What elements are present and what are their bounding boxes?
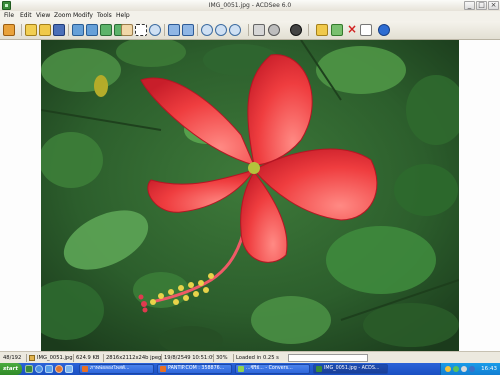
toolbar-separator (68, 24, 69, 36)
prev-page-icon[interactable] (100, 24, 112, 36)
copy-to-icon[interactable] (331, 24, 343, 36)
tray-volume-icon[interactable] (461, 366, 467, 372)
close-button[interactable]: × (488, 1, 499, 10)
status-filename: IMG_0051.jpg (28, 354, 74, 362)
slideshow-icon[interactable] (290, 24, 302, 36)
quicklaunch-desktop-icon[interactable] (45, 365, 53, 373)
task-label: ภาพพ่อลองโพสต์... (90, 366, 130, 371)
acdsee-icon (316, 366, 322, 372)
quicklaunch-acdsee-icon[interactable] (25, 365, 33, 373)
select-icon[interactable] (135, 24, 147, 36)
start-button[interactable]: start (0, 363, 22, 375)
task-acdsee[interactable]: IMG_0051.jpg - ACDS... (313, 364, 388, 374)
firefox-icon (82, 366, 88, 372)
jpeg-file-icon (29, 355, 35, 361)
toolbar-separator (164, 24, 165, 36)
browse-icon[interactable] (3, 24, 15, 36)
next-image-icon[interactable] (86, 24, 98, 36)
zoom-in-icon[interactable] (201, 24, 213, 36)
status-filesize: 624.9 KB (76, 354, 104, 362)
messenger-icon (238, 366, 244, 372)
status-index: 48/192 (3, 354, 27, 362)
hibiscus-photo (41, 40, 459, 351)
maximize-button[interactable]: □ (476, 1, 487, 10)
task-label: ...ซีรีย์... - Convers... (246, 366, 293, 371)
move-to-icon[interactable] (316, 24, 328, 36)
open-folder-icon[interactable] (25, 24, 37, 36)
clock: 16:43 (481, 366, 497, 372)
delete-icon[interactable]: × (346, 23, 358, 36)
print-icon[interactable] (253, 24, 265, 36)
prev-image-icon[interactable] (72, 24, 84, 36)
properties-icon[interactable] (360, 24, 372, 36)
menu-zoom[interactable]: Zoom (54, 12, 71, 20)
zoom-menu-icon[interactable] (229, 24, 241, 36)
menu-modify[interactable]: Modify (73, 12, 93, 20)
task-pantip[interactable]: PANTIP.COM : 358876... (157, 364, 232, 374)
tray-messenger-icon[interactable] (453, 366, 459, 372)
menu-file[interactable]: File (4, 12, 14, 20)
system-tray: 16:43 (440, 363, 500, 375)
task-label: IMG_0051.jpg - ACDS... (324, 366, 380, 371)
menu-help[interactable]: Help (116, 12, 130, 20)
task-label: PANTIP.COM : 358876... (168, 366, 225, 371)
menu-edit[interactable]: Edit (20, 12, 32, 20)
toolbar-separator (308, 24, 309, 36)
quicklaunch-media-icon[interactable] (55, 365, 63, 373)
window-title: IMG_0051.jpg - ACDSee 6.0 (208, 2, 292, 9)
zoom-out-icon[interactable] (215, 24, 227, 36)
task-firefox-thread[interactable]: ภาพพ่อลองโพสต์... (79, 364, 154, 374)
status-dimensions: 2816x2112x24b jpeg (106, 354, 162, 362)
menu-tools[interactable]: Tools (97, 12, 112, 20)
tray-network-icon[interactable] (469, 366, 475, 372)
fit-window-icon[interactable] (168, 24, 180, 36)
toolbar: × (0, 21, 500, 40)
quicklaunch-folder-icon[interactable] (65, 365, 73, 373)
menu-view[interactable]: View (36, 12, 50, 20)
zoom-icon[interactable] (149, 24, 161, 36)
status-filename-text: IMG_0051.jpg (37, 355, 73, 361)
status-progress (288, 354, 368, 362)
quicklaunch-browser-icon[interactable] (35, 365, 43, 373)
toolbar-separator (197, 24, 198, 36)
acquire-icon[interactable] (268, 24, 280, 36)
full-screen-icon[interactable] (182, 24, 194, 36)
status-load-time: Loaded in 0.25 s (236, 355, 279, 361)
hand-icon[interactable] (121, 24, 133, 36)
help-icon[interactable] (378, 24, 390, 36)
status-zoom: 30% (216, 354, 234, 362)
toolbar-separator (248, 24, 249, 36)
minimize-button[interactable]: _ (464, 1, 475, 10)
save-icon[interactable] (53, 24, 65, 36)
status-datetime: 19/8/2549 10:51:09 (164, 354, 214, 362)
tray-icon[interactable] (445, 366, 451, 372)
folder-icon[interactable] (39, 24, 51, 36)
task-conversation[interactable]: ...ซีรีย์... - Convers... (235, 364, 310, 374)
taskbar: start ภาพพ่อลองโพสต์... PANTIP.COM : 358… (0, 363, 500, 375)
firefox-icon (160, 366, 166, 372)
toolbar-separator (21, 24, 22, 36)
